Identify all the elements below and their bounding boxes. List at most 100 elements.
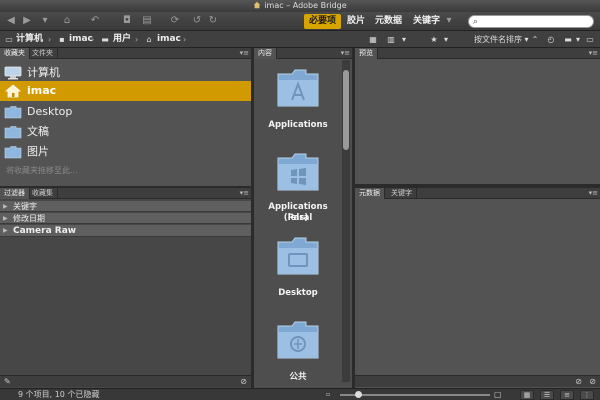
camera-icon[interactable]: ◘: [120, 15, 134, 27]
expand-triangle-icon[interactable]: ▶: [3, 225, 8, 237]
search-input[interactable]: [485, 17, 585, 27]
crumb-users[interactable]: 用户: [113, 31, 131, 48]
content-item-name: Applications: [268, 120, 328, 130]
folder-icon: [4, 126, 22, 139]
tab-folders[interactable]: 文件夹: [28, 48, 58, 59]
thumbnail-size-slider[interactable]: [340, 394, 490, 396]
filter-row-keywords[interactable]: ▶ 关键字: [0, 201, 251, 212]
new-folder-icon[interactable]: ▬: [562, 33, 574, 46]
star-filter-dropdown-icon[interactable]: ▾: [442, 33, 450, 46]
metadata-clear-icon[interactable]: ⊘: [575, 376, 582, 388]
workspace-filmstrip[interactable]: 胶片: [342, 14, 370, 29]
filter-panel-footer: ✎ ⊘: [0, 375, 251, 387]
rotate-left-icon[interactable]: ↺: [190, 15, 204, 27]
filter-panel: 过滤器 收藏集 ▾≡ ▶ 关键字 ▶ 修改日期 ▶ Camera Raw ✎ ⊘: [0, 188, 251, 388]
zoom-out-icon[interactable]: ▫: [326, 389, 330, 400]
search-box[interactable]: ⌕: [468, 15, 594, 28]
content-item-name: 公共: [289, 372, 307, 382]
panel-menu-icon[interactable]: ▾≡: [240, 188, 249, 199]
home-icon: [4, 84, 22, 98]
back-icon[interactable]: ◀: [4, 15, 18, 27]
metadata-panel-footer: ⊘ ⊘: [355, 375, 600, 387]
favorite-item-documents[interactable]: 文稿: [0, 122, 251, 142]
tab-preview[interactable]: 预览: [355, 48, 378, 59]
delete-icon[interactable]: ⊘: [589, 376, 596, 388]
sort-direction-icon[interactable]: ⌃: [530, 33, 540, 46]
view-grid-icon[interactable]: ▦: [520, 390, 534, 400]
workspace-metadata[interactable]: 元数据: [370, 14, 407, 29]
content-item-name-line2: lels): [287, 213, 309, 223]
tab-content[interactable]: 内容: [254, 48, 277, 59]
panel-menu-icon[interactable]: ▾≡: [589, 48, 598, 59]
filter-row-camera-raw[interactable]: ▶ Camera Raw: [0, 225, 251, 237]
sort-menu[interactable]: 按文件名排序 ▾: [474, 33, 530, 46]
path-dropdown-icon[interactable]: ▾: [38, 15, 52, 27]
folder-icon: [4, 146, 22, 159]
computer-icon: [4, 66, 22, 80]
open-recent-icon[interactable]: ⟳: [168, 15, 182, 27]
favorites-panel-tabs: 收藏夹 文件夹 ▾≡: [0, 48, 251, 59]
recent-folders-icon[interactable]: ⌂: [60, 15, 74, 27]
expand-triangle-icon[interactable]: ▶: [3, 213, 8, 224]
desktop-folder-icon: [277, 237, 319, 275]
favorite-item-desktop[interactable]: Desktop: [0, 102, 251, 122]
crumb-separator-icon: ›: [183, 35, 187, 44]
tab-collections[interactable]: 收藏集: [28, 188, 58, 199]
crumb-imac-home[interactable]: imac: [157, 31, 181, 48]
panel-menu-icon[interactable]: ▾≡: [589, 188, 598, 199]
forward-icon[interactable]: ▶: [20, 15, 34, 27]
star-filter-icon[interactable]: ★: [428, 33, 440, 46]
folder-small-icon: ▬: [101, 35, 109, 44]
thumbnail-size-slider-knob[interactable]: [355, 391, 362, 398]
content-panel-tabs: 内容 ▾≡: [254, 48, 352, 59]
home-small-icon: ⌂: [146, 35, 152, 44]
home-icon: [254, 1, 261, 9]
view-options-dropdown-icon[interactable]: ▾: [400, 33, 408, 46]
applications-folder-icon: [277, 69, 319, 107]
view-options-icon[interactable]: ▥: [384, 33, 398, 46]
preview-panel: 预览 ▾≡: [355, 48, 600, 184]
view-options-icon[interactable]: ⋮: [580, 390, 594, 400]
view-list-icon[interactable]: ≡: [560, 390, 574, 400]
tab-filter[interactable]: 过滤器: [0, 188, 30, 199]
crumb-separator-icon: ›: [135, 35, 139, 44]
clear-filter-icon[interactable]: ⊘: [240, 376, 247, 388]
content-scrollbar[interactable]: [342, 60, 350, 382]
favorite-item-pictures[interactable]: 图片: [0, 142, 251, 162]
sort-label: 按文件名排序: [474, 35, 522, 44]
pin-icon[interactable]: ✎: [4, 376, 11, 388]
crumb-imac-drive[interactable]: imac: [69, 31, 93, 48]
status-text: 9 个项目, 10 个已隐藏: [18, 390, 100, 399]
crumb-computer[interactable]: 计算机: [16, 31, 43, 48]
scrollbar-thumb[interactable]: [343, 70, 349, 150]
favorite-label: 图片: [27, 145, 49, 158]
tab-metadata[interactable]: 元数据: [355, 188, 385, 199]
favorite-item-computer[interactable]: 计算机: [0, 63, 251, 83]
workspace-essentials[interactable]: 必要项: [304, 14, 342, 29]
panel-menu-icon[interactable]: ▾≡: [240, 48, 249, 59]
boomerang-icon[interactable]: ↶: [88, 15, 102, 27]
refine-icon[interactable]: ▤: [140, 15, 154, 27]
crumb-separator-icon: ›: [91, 35, 95, 44]
workspace-keywords[interactable]: 关键字: [408, 14, 445, 29]
workspace-dropdown-icon[interactable]: ▾: [442, 15, 456, 27]
filter-row-label: 关键字: [13, 202, 37, 211]
rotate-right-icon[interactable]: ↻: [206, 15, 220, 27]
tab-favorites[interactable]: 收藏夹: [0, 48, 30, 59]
status-bar: 9 个项目, 10 个已隐藏 ▫ ▢ ▦ ☰ ≡ ⋮: [0, 388, 600, 400]
favorite-item-imac[interactable]: imac: [0, 81, 251, 101]
delete-icon[interactable]: ▭: [584, 33, 596, 46]
crumb-separator-icon: ›: [48, 35, 52, 44]
view-detail-icon[interactable]: ☰: [540, 390, 554, 400]
search-icon: ⌕: [473, 17, 479, 27]
new-folder-dropdown-icon[interactable]: ▾: [574, 33, 582, 46]
filter-row-date-modified[interactable]: ▶ 修改日期: [0, 213, 251, 224]
expand-triangle-icon[interactable]: ▶: [3, 201, 8, 212]
public-folder-icon: [277, 321, 319, 359]
zoom-in-icon[interactable]: ▢: [494, 389, 502, 400]
windows-folder-icon: [277, 153, 319, 191]
tab-keywords[interactable]: 关键字: [387, 188, 417, 199]
panel-menu-icon[interactable]: ▾≡: [341, 48, 350, 59]
recent-files-icon[interactable]: ◴: [546, 33, 556, 46]
quality-icon[interactable]: ▦: [366, 33, 380, 46]
